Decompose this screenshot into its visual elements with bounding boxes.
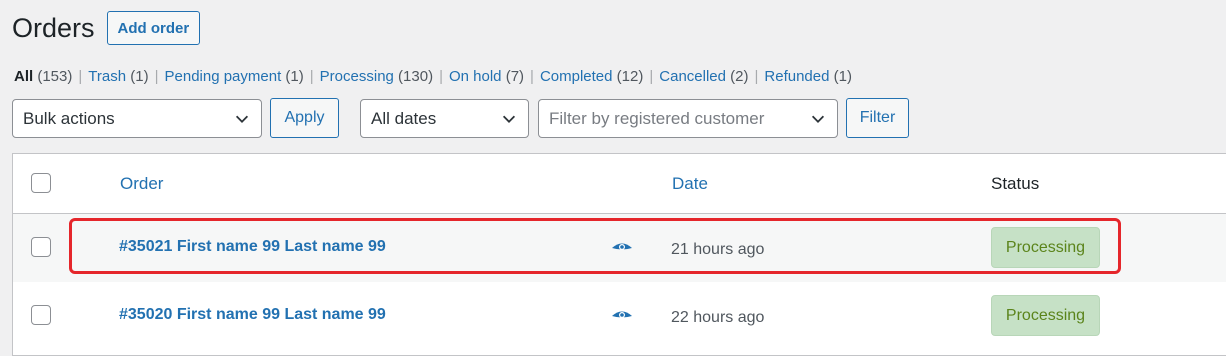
eye-icon[interactable] xyxy=(611,241,633,255)
view-label: Cancelled xyxy=(659,68,726,85)
view-count: (1) xyxy=(130,68,149,85)
column-order[interactable]: Order xyxy=(120,174,163,194)
select-all-checkbox[interactable] xyxy=(31,173,51,193)
chevron-down-icon xyxy=(811,115,825,123)
view-count: (12) xyxy=(616,68,644,85)
order-link[interactable]: #35021 First name 99 Last name 99 xyxy=(119,238,386,256)
view-label: Pending payment xyxy=(164,68,282,85)
view-all[interactable]: All (153) xyxy=(14,68,72,85)
chevron-down-icon xyxy=(502,115,516,123)
table-row[interactable]: #35021 First name 99 Last name 99 21 hou… xyxy=(13,214,1226,282)
table-header: Order Date Status xyxy=(13,154,1226,214)
add-order-button[interactable]: Add order xyxy=(106,11,201,45)
orders-table: Order Date Status #35021 First name 99 L… xyxy=(12,153,1226,356)
separator: | xyxy=(754,68,759,85)
separator: | xyxy=(530,68,534,85)
table-row[interactable]: #35020 First name 99 Last name 99 22 hou… xyxy=(13,282,1226,350)
column-status: Status xyxy=(991,174,1040,193)
customer-filter-select[interactable]: Filter by registered customer xyxy=(538,99,838,138)
status-badge: Processing xyxy=(991,295,1100,336)
view-count: (153) xyxy=(37,68,73,85)
view-count: (1) xyxy=(833,68,852,85)
column-date[interactable]: Date xyxy=(672,174,708,194)
view-processing[interactable]: Processing xyxy=(320,68,394,85)
view-count: (7) xyxy=(505,68,525,85)
view-refunded[interactable]: Refunded xyxy=(764,68,829,85)
view-on-hold[interactable]: On hold xyxy=(449,68,502,85)
view-label: Trash xyxy=(88,68,127,85)
apply-button[interactable]: Apply xyxy=(270,98,339,138)
view-label: Processing xyxy=(319,68,394,85)
customer-filter-placeholder: Filter by registered customer xyxy=(549,108,765,128)
status-views: All (153) | Trash (1) | Pending payment (1) |… xyxy=(14,68,852,85)
date-filter-select[interactable]: All dates xyxy=(360,99,529,138)
row-checkbox[interactable] xyxy=(31,305,51,325)
view-count: (2) xyxy=(730,68,749,85)
status-badge: Processing xyxy=(991,227,1100,268)
view-label: Completed xyxy=(539,68,613,85)
bulk-actions-select[interactable]: Bulk actions xyxy=(12,99,262,138)
separator: | xyxy=(439,68,443,85)
bulk-actions-value: Bulk actions xyxy=(23,108,115,128)
row-checkbox[interactable] xyxy=(31,237,51,257)
view-label: On hold xyxy=(448,68,502,85)
order-link[interactable]: #35020 First name 99 Last name 99 xyxy=(119,306,386,324)
order-date: 22 hours ago xyxy=(671,309,765,326)
view-trash[interactable]: Trash xyxy=(88,68,126,85)
view-cancelled[interactable]: Cancelled xyxy=(659,68,726,85)
eye-icon[interactable] xyxy=(611,309,633,323)
page-title: Orders xyxy=(12,12,95,43)
separator: | xyxy=(154,68,159,85)
view-completed[interactable]: Completed xyxy=(540,68,613,85)
order-date: 21 hours ago xyxy=(671,241,765,258)
view-label: All xyxy=(14,68,34,85)
separator: | xyxy=(309,68,314,85)
title-row: Orders Add order xyxy=(12,10,201,46)
filter-button[interactable]: Filter xyxy=(846,98,909,138)
chevron-down-icon xyxy=(235,115,249,123)
view-count: (1) xyxy=(285,68,304,85)
view-label: Refunded xyxy=(764,68,830,85)
separator: | xyxy=(649,68,654,85)
view-pending-payment[interactable]: Pending payment xyxy=(165,68,282,85)
date-filter-value: All dates xyxy=(371,108,437,128)
view-count: (130) xyxy=(398,68,434,85)
separator: | xyxy=(78,68,83,85)
